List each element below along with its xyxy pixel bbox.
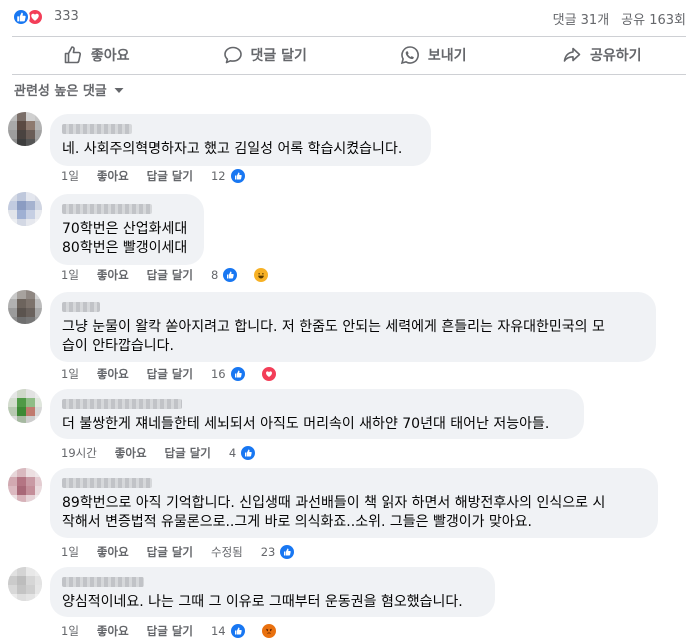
comment-reply-button[interactable]: 답글 달기 xyxy=(165,445,211,461)
comment-actions: 1일 좋아요 답글 달기 수정됨 23 xyxy=(61,544,331,560)
reaction-count: 23 xyxy=(260,545,276,559)
like-reaction-icon xyxy=(240,445,257,461)
reaction-icons[interactable] xyxy=(12,8,44,26)
avatar[interactable] xyxy=(8,112,42,146)
action-divider xyxy=(12,74,686,75)
whatsapp-icon xyxy=(400,46,419,65)
send-button[interactable]: 보내기 xyxy=(349,38,518,72)
comment-text: 양심적이네요. 나는 그때 그 이유로 그때부터 운동권을 혐오했습니다. xyxy=(62,594,463,610)
edited-label[interactable]: 수정됨 xyxy=(211,544,243,560)
author-name[interactable] xyxy=(62,399,182,409)
angry-reaction-icon xyxy=(260,623,277,639)
comment-time[interactable]: 1일 xyxy=(61,168,79,184)
author-name[interactable] xyxy=(62,124,132,134)
reaction-count: 16 xyxy=(210,367,226,381)
like-button[interactable]: 좋아요 xyxy=(12,38,181,72)
comment-reactions[interactable]: 8 xyxy=(211,267,287,283)
comment-text: 그냥 눈물이 왈칵 쏟아지려고 합니다. 저 한줌도 안되는 세력에게 흔들리는… xyxy=(62,319,605,354)
comment-reply-button[interactable]: 답글 달기 xyxy=(147,168,193,184)
avatar[interactable] xyxy=(8,468,42,502)
avatar[interactable] xyxy=(8,192,42,226)
comment-actions: 1일 좋아요 답글 달기 16 xyxy=(61,366,313,382)
like-reaction-icon xyxy=(279,544,296,560)
comment-like-button[interactable]: 좋아요 xyxy=(97,623,129,639)
comment-time[interactable]: 1일 xyxy=(61,366,79,382)
comment-time[interactable]: 1일 xyxy=(61,623,79,639)
avatar[interactable] xyxy=(8,290,42,324)
comment-actions: 1일 좋아요 답글 달기 8 xyxy=(61,267,305,283)
reaction-count: 14 xyxy=(210,624,226,638)
caret-down-icon xyxy=(114,87,124,93)
author-name[interactable] xyxy=(62,577,144,587)
comment-reply-button[interactable]: 답글 달기 xyxy=(147,366,193,382)
comment-actions: 19시간 좋아요 답글 달기 4 xyxy=(61,445,292,461)
comment-actions: 1일 좋아요 답글 달기 14 xyxy=(61,623,313,639)
comment-time[interactable]: 1일 xyxy=(61,544,79,560)
comment-text: 70학번은 산업화세대 80학번은 빨갱이세대 xyxy=(62,221,188,256)
comment-text: 89학번으로 아직 기억합니다. 신입생때 과선배들이 책 읽자 하면서 해방전… xyxy=(62,495,606,530)
comment-reactions[interactable]: 16 xyxy=(211,366,295,382)
comment-bubble: 그냥 눈물이 왈칵 쏟아지려고 합니다. 저 한줌도 안되는 세력에게 흔들리는… xyxy=(50,292,656,362)
share-button-label: 공유하기 xyxy=(589,48,642,64)
like-reaction-icon xyxy=(229,366,246,382)
like-reaction-icon xyxy=(229,168,246,184)
comment-icon xyxy=(223,46,242,64)
reactions-summary: 333 댓글 31개 공유 163회 xyxy=(0,0,698,34)
comment-button[interactable]: 댓글 달기 xyxy=(181,38,350,72)
comment-time[interactable]: 1일 xyxy=(61,267,79,283)
share-arrow-icon xyxy=(563,47,581,62)
comment-text: 네. 사회주의혁명하자고 했고 김일성 어록 학습시켰습니다. xyxy=(62,141,403,157)
like-reaction-icon xyxy=(222,267,239,283)
comment-reply-button[interactable]: 답글 달기 xyxy=(147,267,193,283)
comment-like-button[interactable]: 좋아요 xyxy=(97,267,129,283)
love-reaction-icon xyxy=(260,366,277,382)
reaction-count: 4 xyxy=(228,446,237,460)
like-button-label: 좋아요 xyxy=(90,48,130,64)
send-button-label: 보내기 xyxy=(427,48,467,64)
comment-reply-button[interactable]: 답글 달기 xyxy=(147,544,193,560)
comment-reactions[interactable]: 23 xyxy=(261,544,314,560)
like-reaction-icon xyxy=(229,623,246,639)
comment-like-button[interactable]: 좋아요 xyxy=(97,366,129,382)
comment-button-label: 댓글 달기 xyxy=(250,48,307,64)
avatar[interactable] xyxy=(8,389,42,423)
comment-like-button[interactable]: 좋아요 xyxy=(115,445,147,461)
comment-reactions[interactable]: 4 xyxy=(229,445,274,461)
reaction-count: 8 xyxy=(210,268,219,282)
author-name[interactable] xyxy=(62,478,152,488)
comment-like-button[interactable]: 좋아요 xyxy=(97,544,129,560)
comment-reactions[interactable]: 12 xyxy=(211,168,264,184)
share-button[interactable]: 공유하기 xyxy=(518,38,687,72)
comment-bubble: 네. 사회주의혁명하자고 했고 김일성 어록 학습시켰습니다. xyxy=(50,114,431,166)
comment-bubble: 양심적이네요. 나는 그때 그 이유로 그때부터 운동권을 혐오했습니다. xyxy=(50,567,495,617)
comment-bubble: 70학번은 산업화세대 80학번은 빨갱이세대 xyxy=(50,194,204,265)
comment-time[interactable]: 19시간 xyxy=(61,445,97,461)
sort-label: 관련성 높은 댓글 xyxy=(14,84,107,99)
author-name[interactable] xyxy=(62,204,152,214)
top-divider xyxy=(12,36,686,37)
like-reaction-icon xyxy=(12,8,30,26)
comment-text: 더 불쌍한게 쟤네들한테 세뇌되서 아직도 머리속이 새하얀 70년대 태어난 … xyxy=(62,416,550,432)
comment-count[interactable]: 댓글 31개 xyxy=(553,9,610,28)
post-action-bar: 좋아요 댓글 달기 보내기 공유하기 xyxy=(12,38,686,72)
comment-bubble: 더 불쌍한게 쟤네들한테 세뇌되서 아직도 머리속이 새하얀 70년대 태어난 … xyxy=(50,389,584,439)
share-count[interactable]: 공유 163회 xyxy=(621,9,686,28)
reaction-count[interactable]: 333 xyxy=(54,9,79,24)
comment-bubble: 89학번으로 아직 기억합니다. 신입생때 과선배들이 책 읽자 하면서 해방전… xyxy=(50,468,658,538)
haha-reaction-icon xyxy=(253,267,270,283)
comment-reply-button[interactable]: 답글 달기 xyxy=(147,623,193,639)
thumbs-up-icon xyxy=(64,46,81,64)
comment-like-button[interactable]: 좋아요 xyxy=(97,168,129,184)
reaction-count: 12 xyxy=(210,169,226,183)
comment-reactions[interactable]: 14 xyxy=(211,623,295,639)
comment-actions: 1일 좋아요 답글 달기 12 xyxy=(61,168,282,184)
avatar[interactable] xyxy=(8,567,42,601)
author-name[interactable] xyxy=(62,302,100,312)
comment-sort-dropdown[interactable]: 관련성 높은 댓글 xyxy=(14,80,125,99)
